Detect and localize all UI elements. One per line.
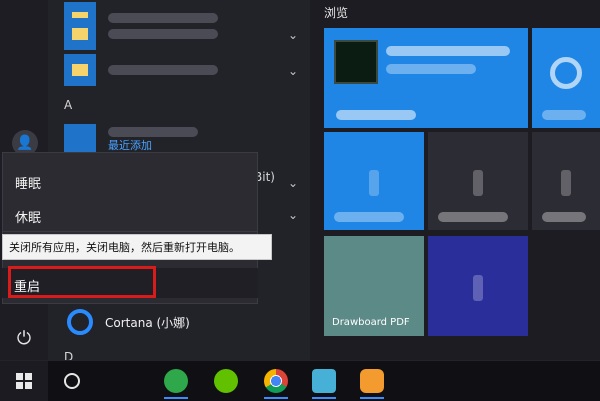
weather-tile[interactable]	[324, 132, 424, 230]
download-icon	[473, 275, 483, 301]
chevron-down-icon[interactable]: ⌄	[288, 208, 298, 222]
download-icon	[473, 169, 483, 196]
chevron-down-icon[interactable]: ⌄	[288, 28, 298, 42]
search-icon[interactable]	[64, 373, 80, 389]
list-item[interactable]	[64, 52, 218, 88]
store-thumbnail	[334, 40, 378, 84]
chrome-icon[interactable]	[264, 369, 288, 393]
blurred-label	[108, 65, 218, 75]
blurred-text	[386, 46, 510, 56]
tiles-area: 浏览 Drawboard PDF	[310, 0, 600, 360]
blurred-label	[108, 29, 218, 39]
list-item[interactable]	[64, 16, 218, 52]
store-tile[interactable]	[324, 28, 528, 128]
taskbar-indicator	[164, 397, 188, 399]
sleep-menu-item[interactable]: 睡眠	[15, 173, 41, 192]
folder-tile	[64, 18, 96, 50]
blurred-text	[542, 212, 586, 222]
blurred-label	[108, 127, 198, 137]
recently-added-label: 最近添加	[108, 139, 152, 152]
chevron-down-icon[interactable]: ⌄	[288, 176, 298, 190]
download-icon	[369, 169, 379, 196]
restart-menu-item[interactable]: 重启	[14, 276, 40, 295]
blurred-text	[438, 212, 508, 222]
photo-tile[interactable]	[428, 132, 528, 230]
tile-group-title: 浏览	[324, 6, 349, 20]
menu-divider	[3, 231, 257, 232]
app-text: 最近添加	[108, 127, 198, 153]
cortana-label: Cortana (小娜)	[105, 315, 190, 330]
hibernate-menu-item[interactable]: 休眠	[15, 207, 41, 226]
cortana-icon	[67, 309, 93, 335]
download-icon	[561, 169, 571, 196]
list-item[interactable]: Cortana (小娜)	[64, 304, 190, 340]
restart-tooltip: 关闭所有应用，关闭电脑，然后重新打开电脑。	[2, 234, 272, 260]
folder-icon	[72, 28, 88, 40]
power-icon[interactable]: ⏻	[0, 318, 48, 358]
dark-blue-tile[interactable]	[428, 236, 528, 336]
windows-logo-icon	[16, 373, 32, 389]
drawboard-tile[interactable]: Drawboard PDF	[324, 236, 424, 336]
briefcase-icon[interactable]	[360, 369, 384, 393]
blurred-text	[336, 110, 416, 120]
blurred-text	[386, 64, 476, 74]
drawboard-label: Drawboard PDF	[332, 317, 410, 328]
green-plus-app-icon[interactable]	[214, 369, 238, 393]
app-tile[interactable]	[532, 132, 600, 230]
edge-icon	[550, 57, 582, 89]
start-button[interactable]	[0, 361, 48, 401]
section-letter-a[interactable]: A	[64, 98, 72, 112]
folder-tile	[64, 54, 96, 86]
folder-icon	[72, 64, 88, 76]
blurred-text	[542, 110, 586, 120]
taskbar	[0, 360, 600, 401]
taskbar-indicator	[264, 397, 288, 399]
notes-icon[interactable]	[312, 369, 336, 393]
edge-tile[interactable]	[532, 28, 600, 128]
blurred-text	[334, 212, 404, 222]
browser-app-icon[interactable]	[164, 369, 188, 393]
chevron-down-icon[interactable]: ⌄	[288, 64, 298, 78]
taskbar-indicator	[360, 397, 384, 399]
taskbar-indicator	[312, 397, 336, 399]
